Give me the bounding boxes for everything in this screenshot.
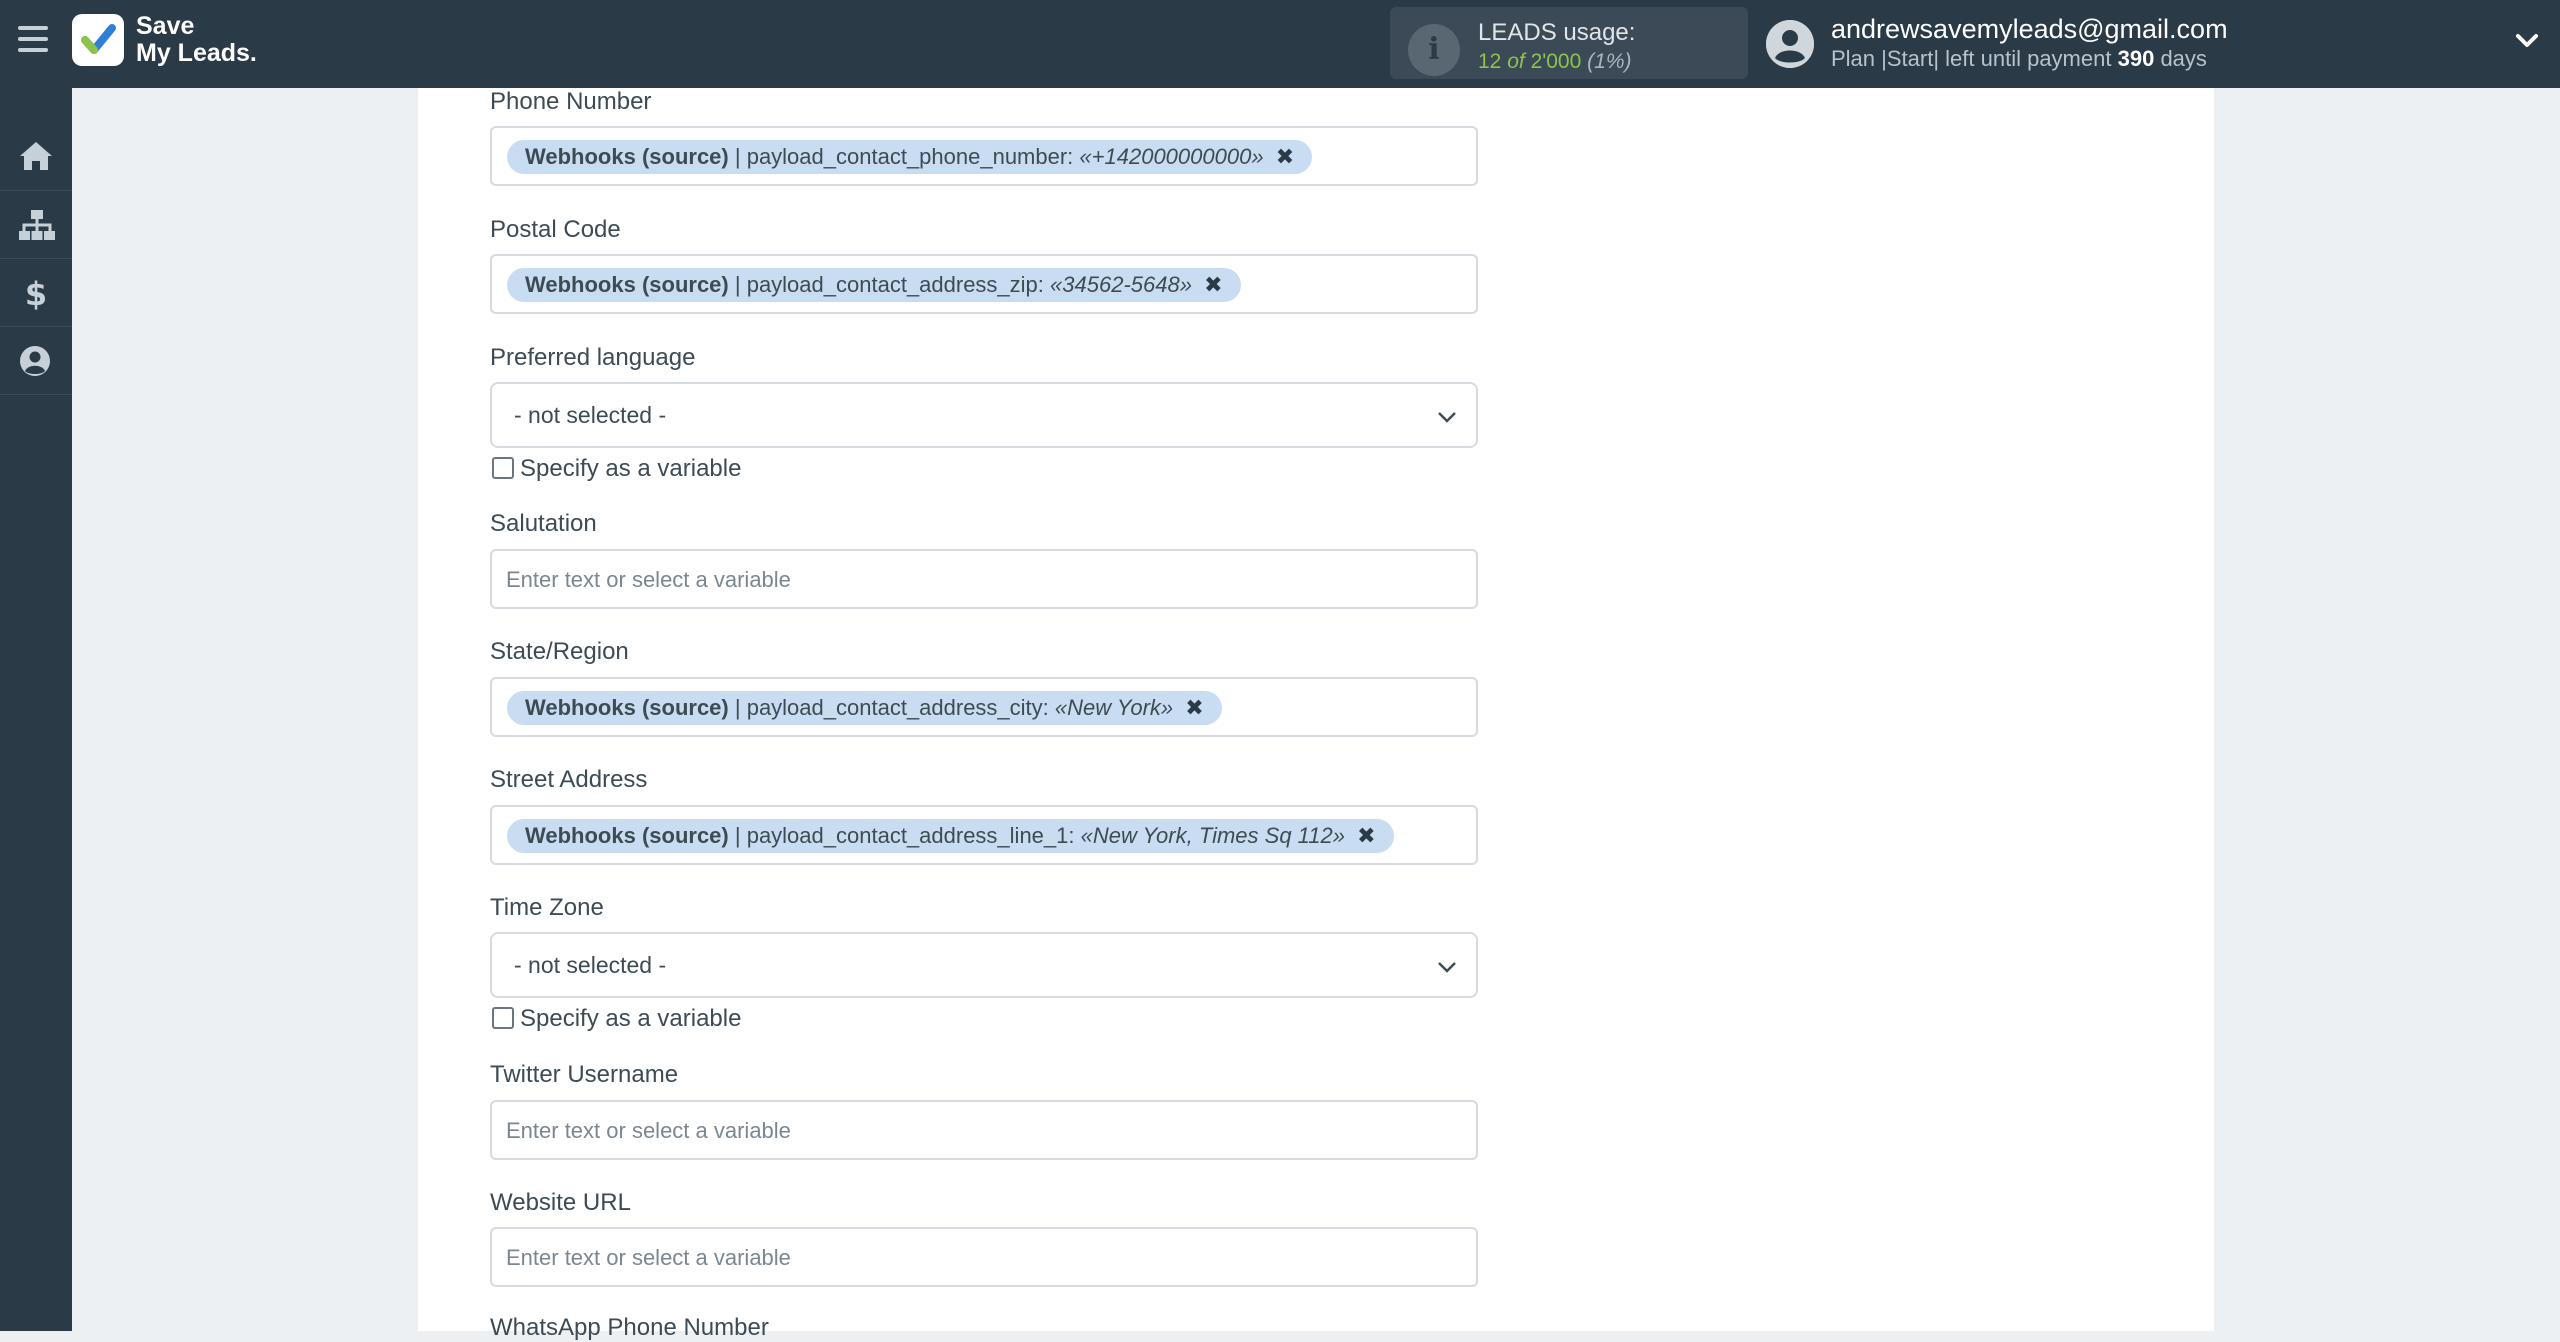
postal-code-label: Postal Code: [490, 216, 621, 243]
select-value: - not selected -: [514, 952, 667, 978]
usage-label: LEADS usage:: [1478, 19, 1636, 46]
chip-value: «New York, Times Sq 112»: [1080, 823, 1345, 848]
sidebar-item-connections[interactable]: [0, 190, 72, 259]
logo-icon[interactable]: [72, 14, 124, 66]
postal-code-field[interactable]: Webhooks (source) | payload_contact_addr…: [490, 254, 1478, 314]
leads-usage-panel: i LEADS usage: 12 of 2'000 (1%): [1390, 7, 1748, 79]
website-url-label: Website URL: [490, 1189, 631, 1216]
usage-used: 12: [1478, 50, 1502, 73]
variable-chip[interactable]: Webhooks (source) | payload_contact_addr…: [507, 268, 1241, 302]
usage-of: of: [1507, 50, 1525, 73]
svg-text:$: $: [25, 276, 47, 310]
chip-value: «+142000000000»: [1079, 144, 1264, 169]
user-email[interactable]: andrewsavemyleads@gmail.com: [1831, 14, 2228, 45]
phone-number-label: Phone Number: [490, 88, 652, 115]
state-region-label: State/Region: [490, 638, 629, 665]
chip-value: «34562-5648»: [1050, 272, 1192, 297]
dollar-icon: $: [25, 276, 47, 310]
usage-percent: (1%): [1587, 50, 1632, 73]
variable-chip[interactable]: Webhooks (source) | payload_contact_addr…: [507, 691, 1222, 725]
chip-field: | payload_contact_address_zip:: [734, 272, 1044, 297]
specify-variable-language[interactable]: Specify as a variable: [492, 455, 741, 483]
sidebar-item-billing[interactable]: $: [0, 258, 72, 327]
checkbox[interactable]: [492, 1007, 514, 1029]
placeholder: Enter text or select a variable: [506, 567, 791, 592]
state-region-field[interactable]: Webhooks (source) | payload_contact_addr…: [490, 677, 1478, 737]
chip-field: | payload_contact_address_line_1:: [734, 823, 1075, 848]
brand-line-2: My Leads.: [136, 39, 257, 67]
chip-source: Webhooks (source): [525, 144, 729, 169]
variable-chip[interactable]: Webhooks (source) | payload_contact_phon…: [507, 140, 1313, 174]
sidebar-item-home[interactable]: [0, 122, 72, 191]
street-address-field[interactable]: Webhooks (source) | payload_contact_addr…: [490, 805, 1478, 865]
brand-line-1: Save: [136, 12, 195, 40]
variable-chip[interactable]: Webhooks (source) | payload_contact_addr…: [507, 819, 1394, 853]
time-zone-label: Time Zone: [490, 894, 604, 921]
plan-days-suffix: days: [2160, 46, 2207, 71]
hamburger-menu-icon[interactable]: [18, 26, 52, 60]
chip-source: Webhooks (source): [525, 695, 729, 720]
specify-variable-timezone[interactable]: Specify as a variable: [492, 1005, 741, 1033]
website-url-input[interactable]: Enter text or select a variable: [490, 1227, 1478, 1287]
chip-source: Webhooks (source): [525, 272, 729, 297]
sidebar: $: [0, 88, 72, 1331]
street-address-label: Street Address: [490, 766, 648, 793]
whatsapp-phone-label: WhatsApp Phone Number: [490, 1314, 769, 1341]
home-icon: [20, 142, 52, 170]
preferred-language-select[interactable]: - not selected -: [490, 382, 1478, 448]
info-icon[interactable]: i: [1408, 24, 1460, 76]
user-avatar-icon[interactable]: [1766, 20, 1814, 68]
chevron-down-icon[interactable]: [2514, 28, 2540, 54]
checkbox-label: Specify as a variable: [520, 1005, 742, 1032]
select-value: - not selected -: [514, 402, 667, 428]
chip-field: | payload_contact_phone_number:: [734, 144, 1074, 169]
usage-value: 12 of 2'000 (1%): [1478, 50, 1631, 74]
placeholder: Enter text or select a variable: [506, 1118, 791, 1143]
checkbox-label: Specify as a variable: [520, 455, 742, 482]
chevron-down-icon: [1438, 412, 1456, 423]
user-circle-icon: [20, 346, 50, 376]
sidebar-item-account[interactable]: [0, 326, 72, 395]
preferred-language-label: Preferred language: [490, 344, 696, 371]
top-bar: Save My Leads. i LEADS usage: 12 of 2'00…: [0, 0, 2560, 88]
twitter-username-label: Twitter Username: [490, 1061, 679, 1088]
remove-chip-icon[interactable]: ✖: [1357, 823, 1375, 848]
chip-source: Webhooks (source): [525, 823, 729, 848]
phone-number-field[interactable]: Webhooks (source) | payload_contact_phon…: [490, 126, 1478, 186]
plan-prefix: Plan |Start| left until payment: [1831, 46, 2112, 71]
sitemap-icon: [19, 210, 55, 240]
remove-chip-icon[interactable]: ✖: [1204, 272, 1222, 297]
time-zone-select[interactable]: - not selected -: [490, 932, 1478, 998]
user-plan: Plan |Start| left until payment 390 days: [1831, 46, 2207, 72]
brand-name[interactable]: Save My Leads.: [136, 13, 257, 67]
salutation-input[interactable]: Enter text or select a variable: [490, 549, 1478, 609]
checkbox[interactable]: [492, 457, 514, 479]
chip-field: | payload_contact_address_city:: [734, 695, 1049, 720]
usage-total: 2'000: [1530, 50, 1582, 73]
placeholder: Enter text or select a variable: [506, 1245, 791, 1270]
remove-chip-icon[interactable]: ✖: [1276, 144, 1294, 169]
plan-days: 390: [2117, 46, 2155, 71]
salutation-label: Salutation: [490, 510, 597, 537]
chip-value: «New York»: [1054, 695, 1174, 720]
chevron-down-icon: [1438, 962, 1456, 973]
remove-chip-icon[interactable]: ✖: [1185, 695, 1203, 720]
twitter-username-input[interactable]: Enter text or select a variable: [490, 1100, 1478, 1160]
